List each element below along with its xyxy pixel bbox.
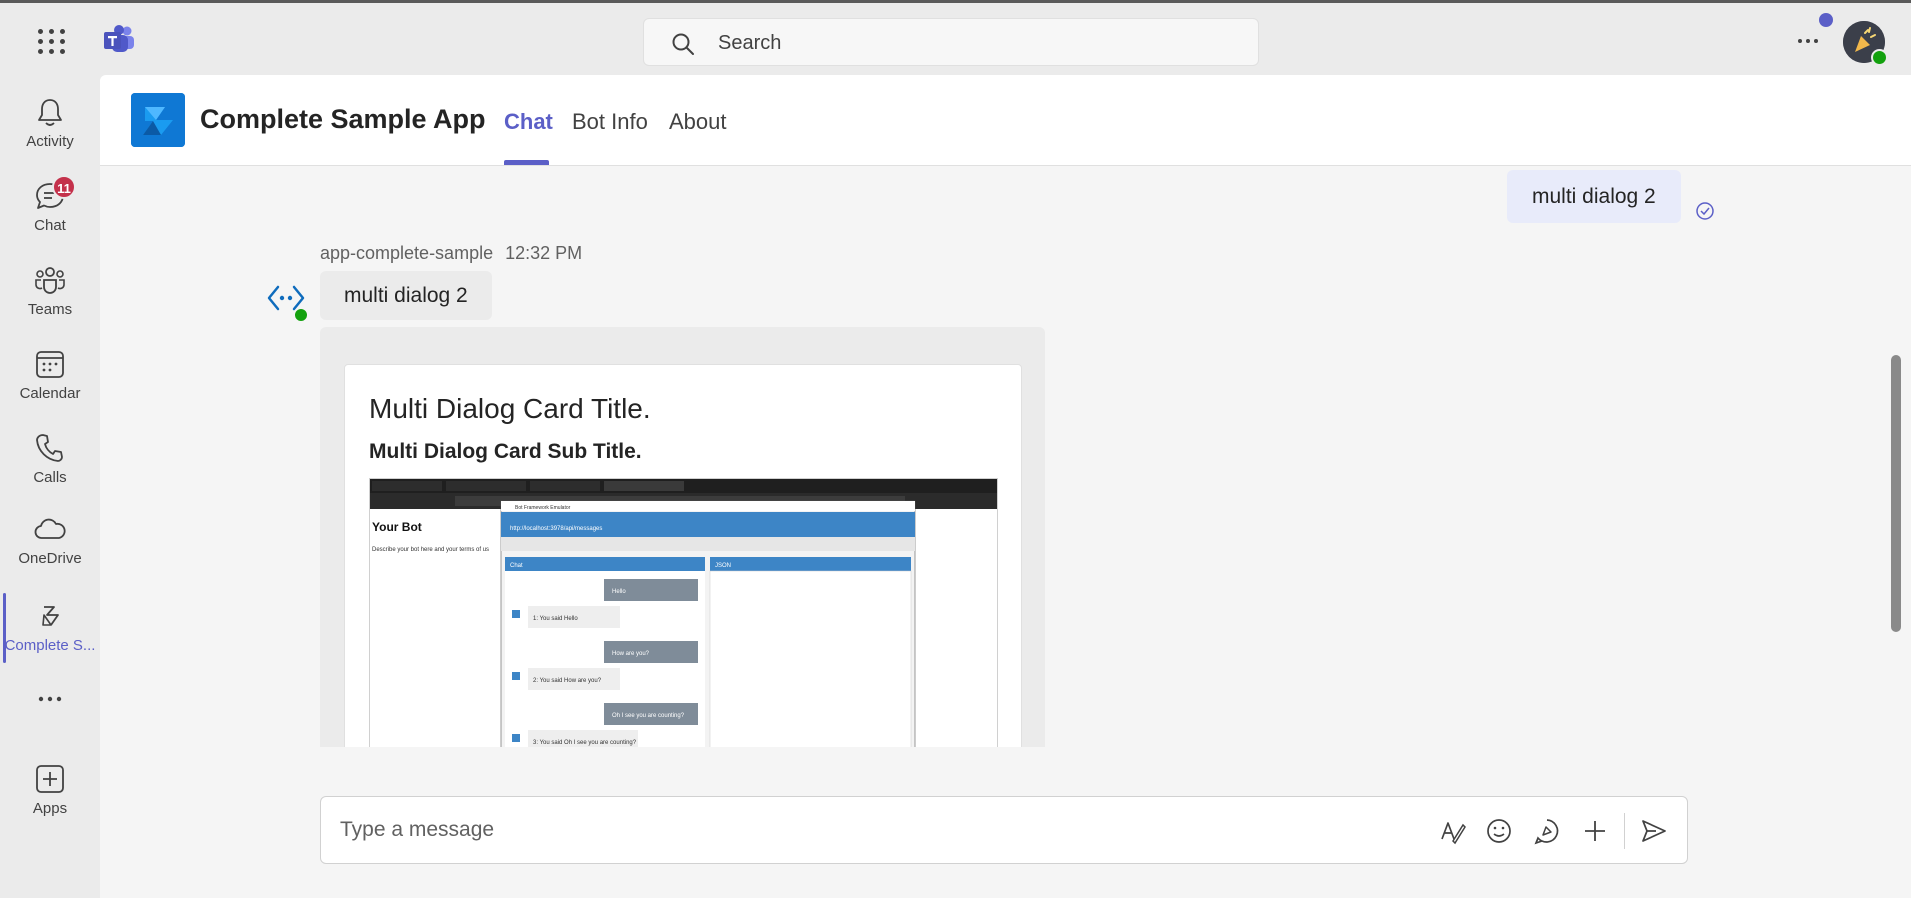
rail-item-complete-sample[interactable]: Complete S... [0, 585, 100, 663]
search-icon [672, 33, 694, 55]
profile-avatar[interactable] [1843, 21, 1888, 66]
image-chat-line: Hello [612, 589, 626, 595]
plus-icon[interactable] [1581, 817, 1609, 845]
message-timestamp: 12:32 PM [505, 243, 583, 263]
card-subtitle: Multi Dialog Card Sub Title. [369, 440, 642, 463]
rail-item-label: Complete S... [4, 637, 96, 654]
image-chat-line: 1: You said Hello [533, 616, 578, 622]
card-title: Multi Dialog Card Title. [369, 393, 651, 424]
compose-box[interactable] [320, 796, 1688, 864]
rail-item-label: Chat [34, 217, 66, 234]
loop-icon[interactable] [1533, 817, 1561, 845]
rail-item-activity[interactable]: Activity [0, 81, 100, 159]
calendar-icon [36, 351, 64, 378]
card-image[interactable]: Your Bot Describe your bot here and your… [369, 478, 998, 747]
adaptive-card-message: Multi Dialog Card Title. Multi Dialog Ca… [320, 327, 1045, 747]
tab-about[interactable]: About [669, 109, 727, 135]
more-icon [38, 696, 62, 702]
title-bar [0, 0, 1911, 75]
rail-item-label: Apps [32, 800, 68, 817]
divider [1624, 813, 1625, 849]
app-logo-icon [131, 93, 185, 147]
notification-dot [1819, 13, 1833, 27]
rail-item-label: Calendar [19, 385, 81, 402]
rail-item-calls[interactable]: Calls [0, 417, 100, 495]
search-input[interactable] [718, 29, 1218, 57]
presence-available-icon [293, 307, 309, 323]
received-message[interactable]: multi dialog 2 [320, 271, 492, 320]
rail-item-label: Teams [27, 301, 73, 318]
phone-icon [36, 434, 63, 462]
sender-name: app-complete-sample [320, 243, 494, 263]
image-chat-line: 3: You said Oh I see you are counting? [533, 740, 637, 746]
plus-square-icon [36, 765, 64, 793]
rail-item-onedrive[interactable]: OneDrive [0, 498, 100, 576]
send-icon[interactable] [1640, 817, 1668, 845]
message-input[interactable] [340, 813, 1390, 847]
rail-item-label: OneDrive [18, 550, 82, 567]
image-chat-label: Chat [510, 563, 523, 569]
image-chat-line: 2: You said How are you? [533, 678, 602, 684]
rail-item-apps[interactable]: Apps [0, 748, 100, 826]
app-icon [42, 606, 59, 626]
emoji-icon[interactable] [1485, 817, 1513, 845]
teams-icon [35, 267, 65, 294]
tab-chat[interactable]: Chat [504, 109, 553, 135]
rail-item-teams[interactable]: Teams [0, 249, 100, 327]
tab-bot-info[interactable]: Bot Info [572, 109, 648, 135]
rail-item-label: Calls [33, 469, 67, 486]
app-launcher-icon[interactable] [36, 27, 65, 55]
adaptive-card: Multi Dialog Card Title. Multi Dialog Ca… [344, 364, 1022, 747]
unread-badge: 11 [52, 175, 76, 199]
bot-avatar[interactable] [266, 279, 309, 323]
main-panel: Complete Sample App Chat Bot Info About … [100, 75, 1911, 898]
image-emulator-title: Bot Framework Emulator [515, 505, 571, 511]
image-endpoint-url: http://localhost:3978/api/messages [510, 526, 602, 532]
emulator-screenshot-image: Your Bot Describe your bot here and your… [370, 479, 997, 747]
format-icon[interactable] [1438, 817, 1466, 845]
cloud-icon [34, 518, 66, 539]
message-seen-icon [1696, 202, 1714, 220]
rail-item-label: Activity [26, 133, 74, 150]
rail-item-more[interactable] [0, 668, 100, 718]
app-bar: Activity 11 Chat Teams Calendar Calls On… [0, 75, 100, 898]
image-json-label: JSON [715, 563, 731, 569]
app-title: Complete Sample App [200, 104, 486, 134]
search-box[interactable] [643, 18, 1259, 66]
message-list[interactable]: multi dialog 2 app-complete-sample 12:32 … [100, 167, 1911, 747]
sent-message[interactable]: multi dialog 2 [1507, 170, 1681, 223]
image-chat-line: Oh I see you are counting? [612, 713, 685, 719]
rail-item-chat[interactable]: 11 Chat [0, 165, 100, 243]
image-page-text: Describe your bot here and your terms of… [372, 547, 489, 553]
presence-available-icon [1871, 49, 1888, 66]
chat-scrollbar[interactable] [1891, 355, 1901, 632]
rail-item-calendar[interactable]: Calendar [0, 333, 100, 411]
more-options-icon[interactable] [1796, 29, 1820, 53]
message-header: app-complete-sample 12:32 PM [320, 243, 582, 264]
image-page-heading: Your Bot [372, 520, 422, 534]
teams-logo [103, 25, 135, 55]
image-chat-line: How are you? [612, 651, 650, 657]
app-header: Complete Sample App Chat Bot Info About [100, 75, 1911, 166]
active-tab-indicator [504, 160, 549, 165]
bell-icon [38, 99, 62, 126]
